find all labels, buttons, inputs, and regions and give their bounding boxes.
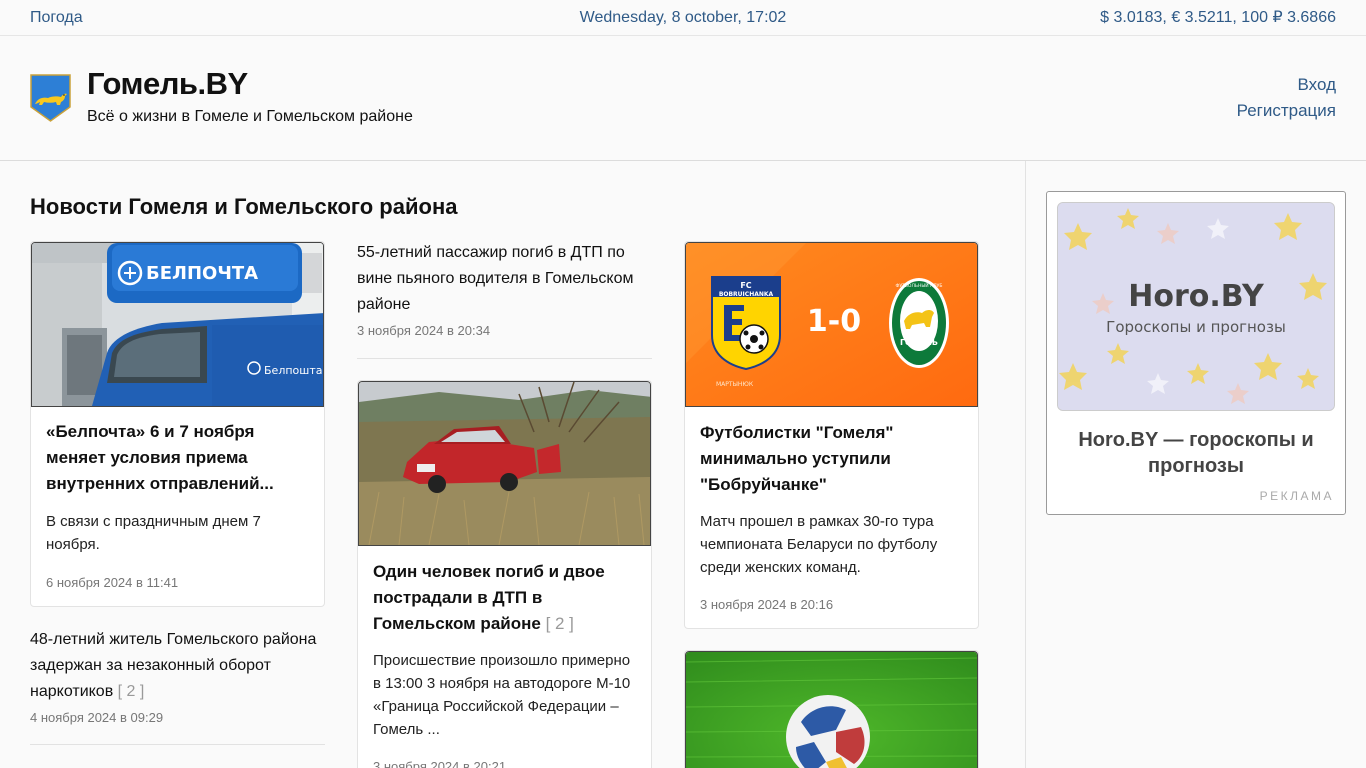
news-card-football[interactable]: FC BOBRUICHANKA 1-0 ФУТБОЛЬНЫЙ КЛУБ ГОМЕ…	[684, 241, 979, 629]
news-desc-belpochta: В связи с праздничным днем 7 ноября.	[46, 513, 261, 553]
top-bar: Погода Wednesday, 8 october, 17:02 $ 3.0…	[0, 0, 1366, 36]
news-desc-crash: Происшествие произошло примерно в 13:00 …	[373, 652, 631, 738]
news-card-crash[interactable]: Один человек погиб и двое пострадали в Д…	[357, 380, 652, 768]
comment-count[interactable]: [ 2 ]	[546, 614, 574, 633]
currency-rates-link[interactable]: $ 3.0183, € 3.5211, 100 ₽ 3.6866	[1100, 9, 1336, 27]
news-date-belpochta: 6 ноября 2024 в 11:41	[46, 575, 179, 590]
news-date-crash: 3 ноября 2024 в 20:21	[373, 759, 507, 768]
soccer-ball-photo	[686, 652, 977, 768]
site-subtitle: Всё о жизни в Гомеле и Гомельском районе	[87, 108, 413, 125]
belpochta-photo: БЕЛПОЧТА Белпошта	[32, 243, 323, 406]
news-image-belpochta[interactable]: БЕЛПОЧТА Белпошта	[31, 242, 324, 407]
ad-image[interactable]: Horo.BY Гороскопы и прогнозы	[1057, 202, 1335, 411]
news-card-soccer-ball[interactable]	[684, 650, 979, 768]
news-image-football[interactable]: FC BOBRUICHANKA 1-0 ФУТБОЛЬНЫЙ КЛУБ ГОМЕ…	[685, 242, 978, 407]
section-title: Новости Гомеля и Гомельского района	[30, 194, 458, 219]
belposhta-van-text: Белпошта	[264, 364, 322, 377]
ad-brand-text: Horo.BY	[1128, 279, 1265, 314]
news-image-soccer-ball[interactable]	[685, 651, 978, 768]
site-title[interactable]: Гомель.BY	[87, 66, 248, 102]
ad-label: РЕКЛАМА	[1259, 489, 1334, 503]
club-right-name: ГОМЕЛЬ	[900, 338, 938, 347]
news-separator	[30, 744, 325, 745]
login-link[interactable]: Вход	[1298, 75, 1336, 95]
news-title-belpochta[interactable]: «Белпочта» 6 и 7 ноября меняет условия п…	[46, 419, 309, 497]
match-score: 1-0	[807, 304, 861, 339]
news-date-football: 3 ноября 2024 в 20:16	[700, 597, 834, 612]
club-right-ring: ФУТБОЛЬНЫЙ КЛУБ	[895, 282, 942, 289]
news-desc-football: Матч прошел в рамках 30-го тура чемпиона…	[700, 513, 938, 576]
news-item-drugs[interactable]: 48-летний житель Гомельского района заде…	[30, 627, 325, 726]
club-left-top: FC	[740, 281, 751, 290]
ad-tagline-text: Гороскопы и прогнозы	[1106, 318, 1286, 336]
news-title-crash[interactable]: Один человек погиб и двое пострадали в Д…	[373, 559, 636, 637]
comment-count[interactable]: [ 2 ]	[118, 683, 145, 700]
belpochta-sign-text: БЕЛПОЧТА	[146, 263, 258, 284]
news-image-crash[interactable]	[358, 381, 651, 546]
news-item-passenger[interactable]: 55-летний пассажир погиб в ДТП по вине п…	[357, 240, 652, 339]
football-score-graphic: FC BOBRUICHANKA 1-0 ФУТБОЛЬНЫЙ КЛУБ ГОМЕ…	[686, 243, 977, 406]
club-left-name: BOBRUICHANKA	[719, 291, 774, 298]
register-link[interactable]: Регистрация	[1237, 101, 1336, 121]
ad-title[interactable]: Horo.BY — гороскопы и прогнозы	[1057, 427, 1335, 479]
news-title-drugs[interactable]: 48-летний житель Гомельского района заде…	[30, 627, 325, 705]
news-date-passenger: 3 ноября 2024 в 20:34	[357, 323, 491, 338]
news-card-belpochta[interactable]: БЕЛПОЧТА Белпошта «Белпочта» 6 и 7 ноябр…	[30, 241, 325, 607]
advertisement-horo[interactable]: Horo.BY Гороскопы и прогнозы Horo.BY — г…	[1046, 191, 1346, 515]
news-section: Новости Гомеля и Гомельского района БЕЛП…	[0, 161, 1025, 768]
news-title-passenger[interactable]: 55-летний пассажир погиб в ДТП по вине п…	[357, 240, 652, 318]
sidebar-divider	[1025, 161, 1026, 768]
ad-stars-banner: Horo.BY Гороскопы и прогнозы	[1058, 203, 1334, 410]
news-date-drugs: 4 ноября 2024 в 09:29	[30, 710, 164, 725]
news-title-football[interactable]: Футболистки "Гомеля" минимально уступили…	[700, 420, 963, 498]
crash-photo	[359, 382, 650, 545]
gomel-coat-of-arms-icon[interactable]	[30, 74, 71, 122]
news-separator	[357, 358, 652, 359]
site-header: Гомель.BY Всё о жизни в Гомеле и Гомельс…	[0, 36, 1366, 161]
sponsor-text: МАРТЫНЮК	[716, 381, 754, 388]
